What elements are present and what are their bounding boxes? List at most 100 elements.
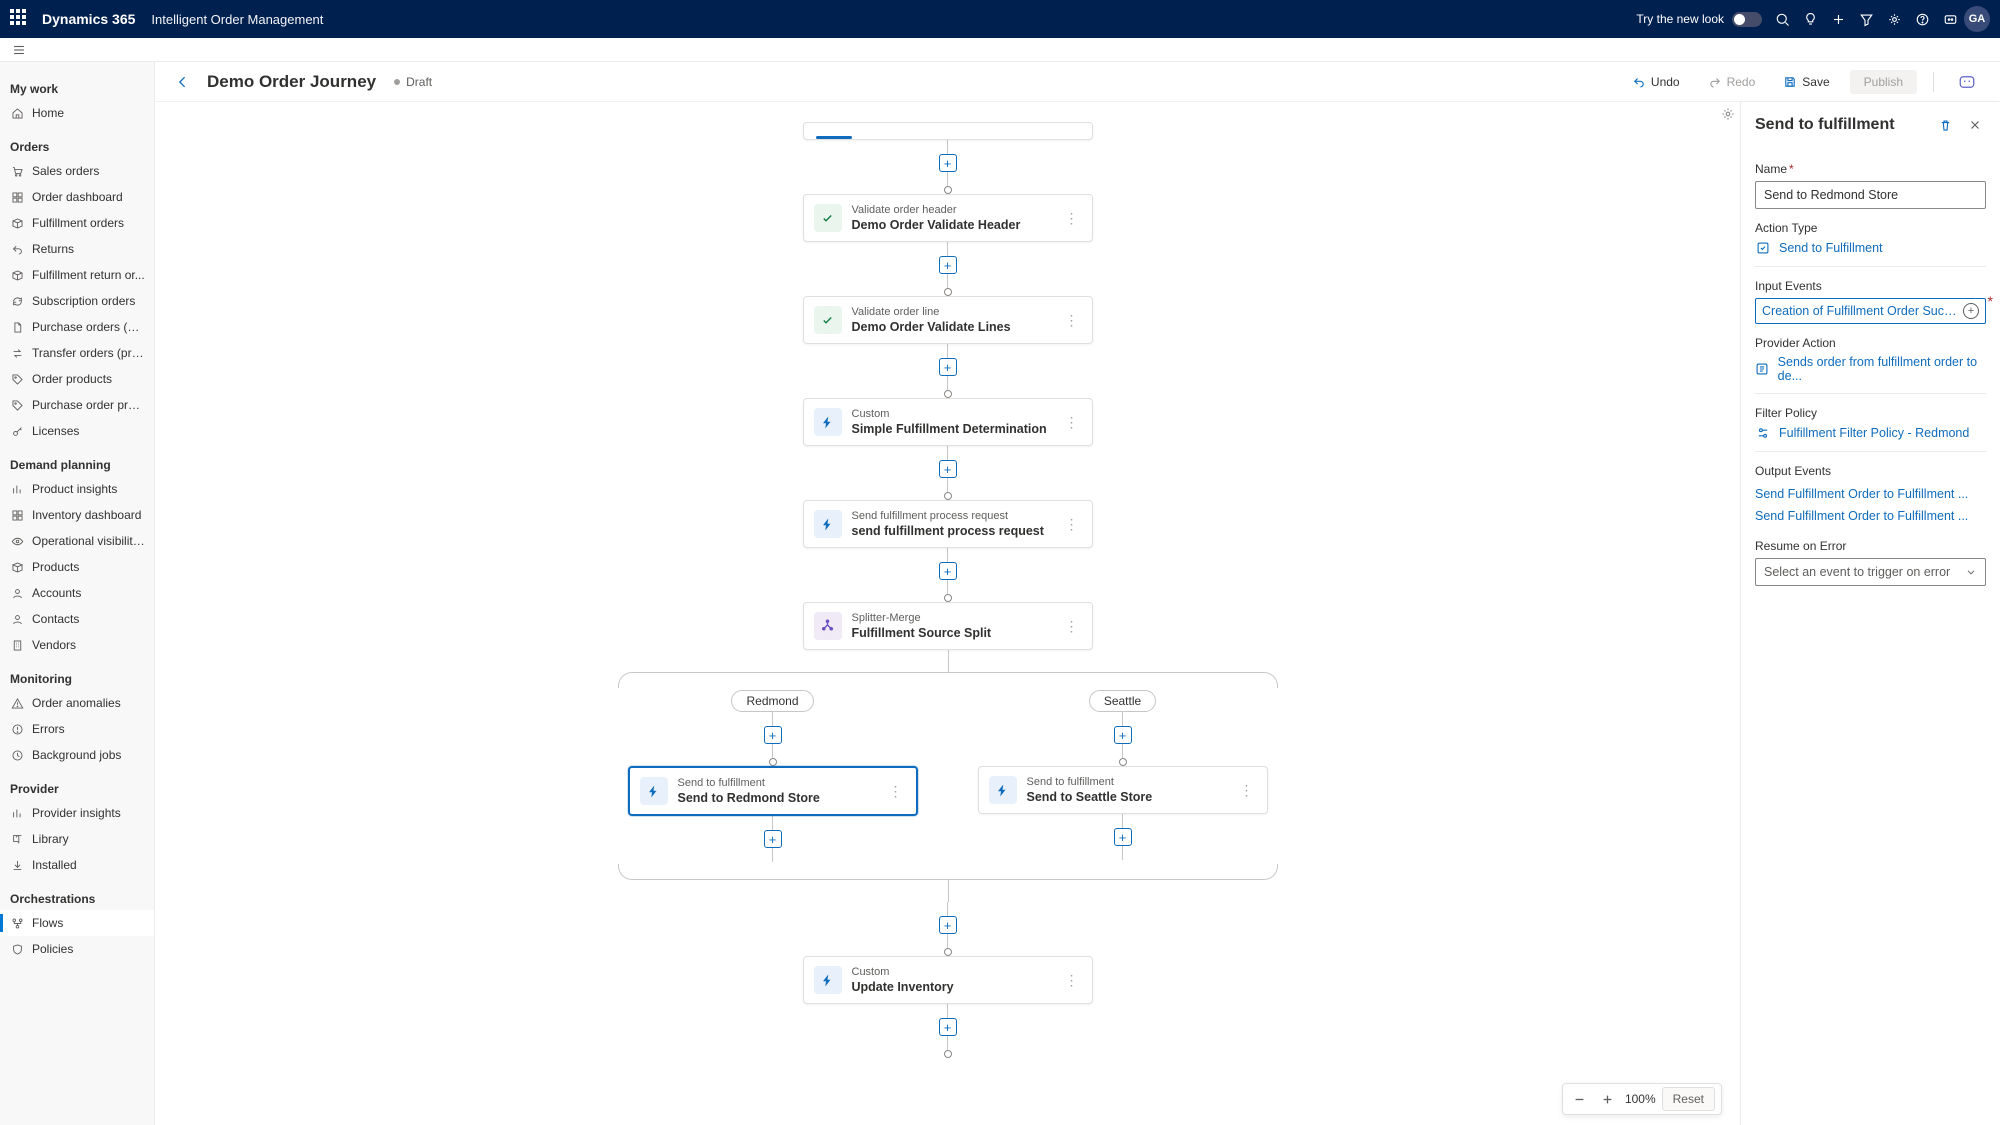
flow-node-n-splitter[interactable]: Splitter-Merge Fulfillment Source Split … [803, 602, 1093, 650]
name-input[interactable] [1755, 181, 1986, 209]
nav-item-order-dashboard[interactable]: Order dashboard [0, 184, 154, 210]
node-more-icon[interactable]: ⋮ [1062, 972, 1082, 989]
nav-item-products[interactable]: Products [0, 554, 154, 580]
add-step-button[interactable]: + [939, 562, 957, 580]
nav-item-fulfillment-orders[interactable]: Fulfillment orders [0, 210, 154, 236]
connection-port[interactable] [944, 1050, 952, 1058]
canvas-settings-icon[interactable] [1720, 106, 1736, 122]
flow-node-n-send-process[interactable]: Send fulfillment process request send fu… [803, 500, 1093, 548]
connection-port[interactable] [1119, 758, 1127, 766]
publish-button[interactable]: Publish [1850, 70, 1917, 94]
node-more-icon[interactable]: ⋮ [1062, 210, 1082, 227]
node-more-icon[interactable]: ⋮ [1062, 516, 1082, 533]
connection-port[interactable] [944, 948, 952, 956]
connection-port[interactable] [944, 594, 952, 602]
assistant-icon[interactable] [1936, 5, 1964, 33]
app-launcher-icon[interactable] [10, 9, 30, 29]
add-input-event-icon[interactable]: + [1963, 303, 1979, 319]
nav-item-accounts[interactable]: Accounts [0, 580, 154, 606]
flow-node-n-validate-lines[interactable]: Validate order line Demo Order Validate … [803, 296, 1093, 344]
flow-node-partial[interactable] [803, 122, 1093, 140]
nav-item-returns[interactable]: Returns [0, 236, 154, 262]
add-step-button[interactable]: + [939, 154, 957, 172]
filter-policy-link[interactable]: Fulfillment Filter Policy - Redmond [1755, 425, 1986, 441]
nav-item-product-insights[interactable]: Product insights [0, 476, 154, 502]
node-more-icon[interactable]: ⋮ [1062, 312, 1082, 329]
left-nav[interactable]: My workHomeOrdersSales ordersOrder dashb… [0, 62, 155, 1125]
nav-item-purchase-order-prod[interactable]: Purchase order prod... [0, 392, 154, 418]
add-step-button[interactable]: + [764, 830, 782, 848]
add-step-button[interactable]: + [939, 1018, 957, 1036]
nav-item-purchase-orders[interactable]: Purchase orders (pre... [0, 314, 154, 340]
flow-node-n-seattle[interactable]: Send to fulfillment Send to Seattle Stor… [978, 766, 1268, 814]
add-step-button[interactable]: + [1114, 726, 1132, 744]
redo-button[interactable]: Redo [1700, 70, 1764, 94]
add-step-button[interactable]: + [1114, 828, 1132, 846]
node-more-icon[interactable]: ⋮ [1062, 414, 1082, 431]
add-step-button[interactable]: + [939, 358, 957, 376]
add-step-button[interactable]: + [764, 726, 782, 744]
filter-icon[interactable] [1852, 5, 1880, 33]
connection-port[interactable] [769, 758, 777, 766]
output-event-link[interactable]: Send Fulfillment Order to Fulfillment ..… [1755, 505, 1986, 527]
connection-port[interactable] [944, 186, 952, 194]
input-events-input[interactable]: Creation of Fulfillment Order Succeed...… [1755, 298, 1986, 324]
connection-port[interactable] [944, 288, 952, 296]
provider-action-link[interactable]: Sends order from fulfillment order to de… [1755, 355, 1986, 383]
add-step-button[interactable]: + [939, 460, 957, 478]
nav-item-operational-visibility[interactable]: Operational visibility ... [0, 528, 154, 554]
nav-item-order-products[interactable]: Order products [0, 366, 154, 392]
nav-item-policies[interactable]: Policies [0, 936, 154, 962]
nav-item-order-anomalies[interactable]: Order anomalies [0, 690, 154, 716]
nav-item-inventory-dashboard[interactable]: Inventory dashboard [0, 502, 154, 528]
nav-item-provider-insights[interactable]: Provider insights [0, 800, 154, 826]
connection-port[interactable] [944, 390, 952, 398]
flow-canvas[interactable]: + Validate order header Demo Order Valid… [155, 102, 1740, 1125]
nav-item-library[interactable]: Library [0, 826, 154, 852]
node-more-icon[interactable]: ⋮ [1062, 618, 1082, 635]
nav-item-flows[interactable]: Flows [0, 910, 154, 936]
copilot-button[interactable] [1950, 73, 1984, 91]
nav-item-home[interactable]: Home [0, 100, 154, 126]
flow-node-n-update-inv[interactable]: Custom Update Inventory ⋮ [803, 956, 1093, 1004]
nav-item-fulfillment-return[interactable]: Fulfillment return or... [0, 262, 154, 288]
save-button[interactable]: Save [1775, 70, 1837, 94]
zoom-in-button[interactable] [1597, 1088, 1619, 1110]
user-avatar[interactable]: GA [1964, 6, 1990, 32]
branch-label[interactable]: Redmond [731, 690, 813, 712]
nav-item-sales-orders[interactable]: Sales orders [0, 158, 154, 184]
undo-button[interactable]: Undo [1624, 70, 1688, 94]
output-event-link[interactable]: Send Fulfillment Order to Fulfillment ..… [1755, 483, 1986, 505]
flow-node-n-validate-header[interactable]: Validate order header Demo Order Validat… [803, 194, 1093, 242]
lightbulb-icon[interactable] [1796, 5, 1824, 33]
nav-item-contacts[interactable]: Contacts [0, 606, 154, 632]
nav-item-transfer-orders[interactable]: Transfer orders (previ... [0, 340, 154, 366]
help-icon[interactable] [1908, 5, 1936, 33]
add-step-button[interactable]: + [939, 256, 957, 274]
branch-label[interactable]: Seattle [1089, 690, 1156, 712]
action-type-link[interactable]: Send to Fulfillment [1755, 240, 1986, 256]
nav-item-background-jobs[interactable]: Background jobs [0, 742, 154, 768]
connection-port[interactable] [944, 492, 952, 500]
settings-icon[interactable] [1880, 5, 1908, 33]
flow-node-n-custom-fulfill[interactable]: Custom Simple Fulfillment Determination … [803, 398, 1093, 446]
flow-node-n-redmond[interactable]: Send to fulfillment Send to Redmond Stor… [628, 766, 918, 816]
nav-item-subscription-orders[interactable]: Subscription orders [0, 288, 154, 314]
try-new-look[interactable]: Try the new look [1636, 12, 1762, 27]
resume-select[interactable]: Select an event to trigger on error [1755, 558, 1986, 586]
nav-toggle-icon[interactable] [8, 39, 30, 61]
try-new-look-toggle[interactable] [1732, 12, 1762, 27]
search-icon[interactable] [1768, 5, 1796, 33]
node-more-icon[interactable]: ⋮ [886, 783, 906, 800]
close-panel-button[interactable] [1964, 114, 1986, 136]
nav-item-vendors[interactable]: Vendors [0, 632, 154, 658]
nav-item-licenses[interactable]: Licenses [0, 418, 154, 444]
nav-item-errors[interactable]: Errors [0, 716, 154, 742]
add-icon[interactable] [1824, 5, 1852, 33]
delete-button[interactable] [1934, 114, 1956, 136]
back-button[interactable] [171, 70, 195, 94]
zoom-reset-button[interactable]: Reset [1662, 1087, 1715, 1111]
zoom-out-button[interactable] [1569, 1088, 1591, 1110]
nav-item-installed[interactable]: Installed [0, 852, 154, 878]
node-more-icon[interactable]: ⋮ [1237, 782, 1257, 799]
